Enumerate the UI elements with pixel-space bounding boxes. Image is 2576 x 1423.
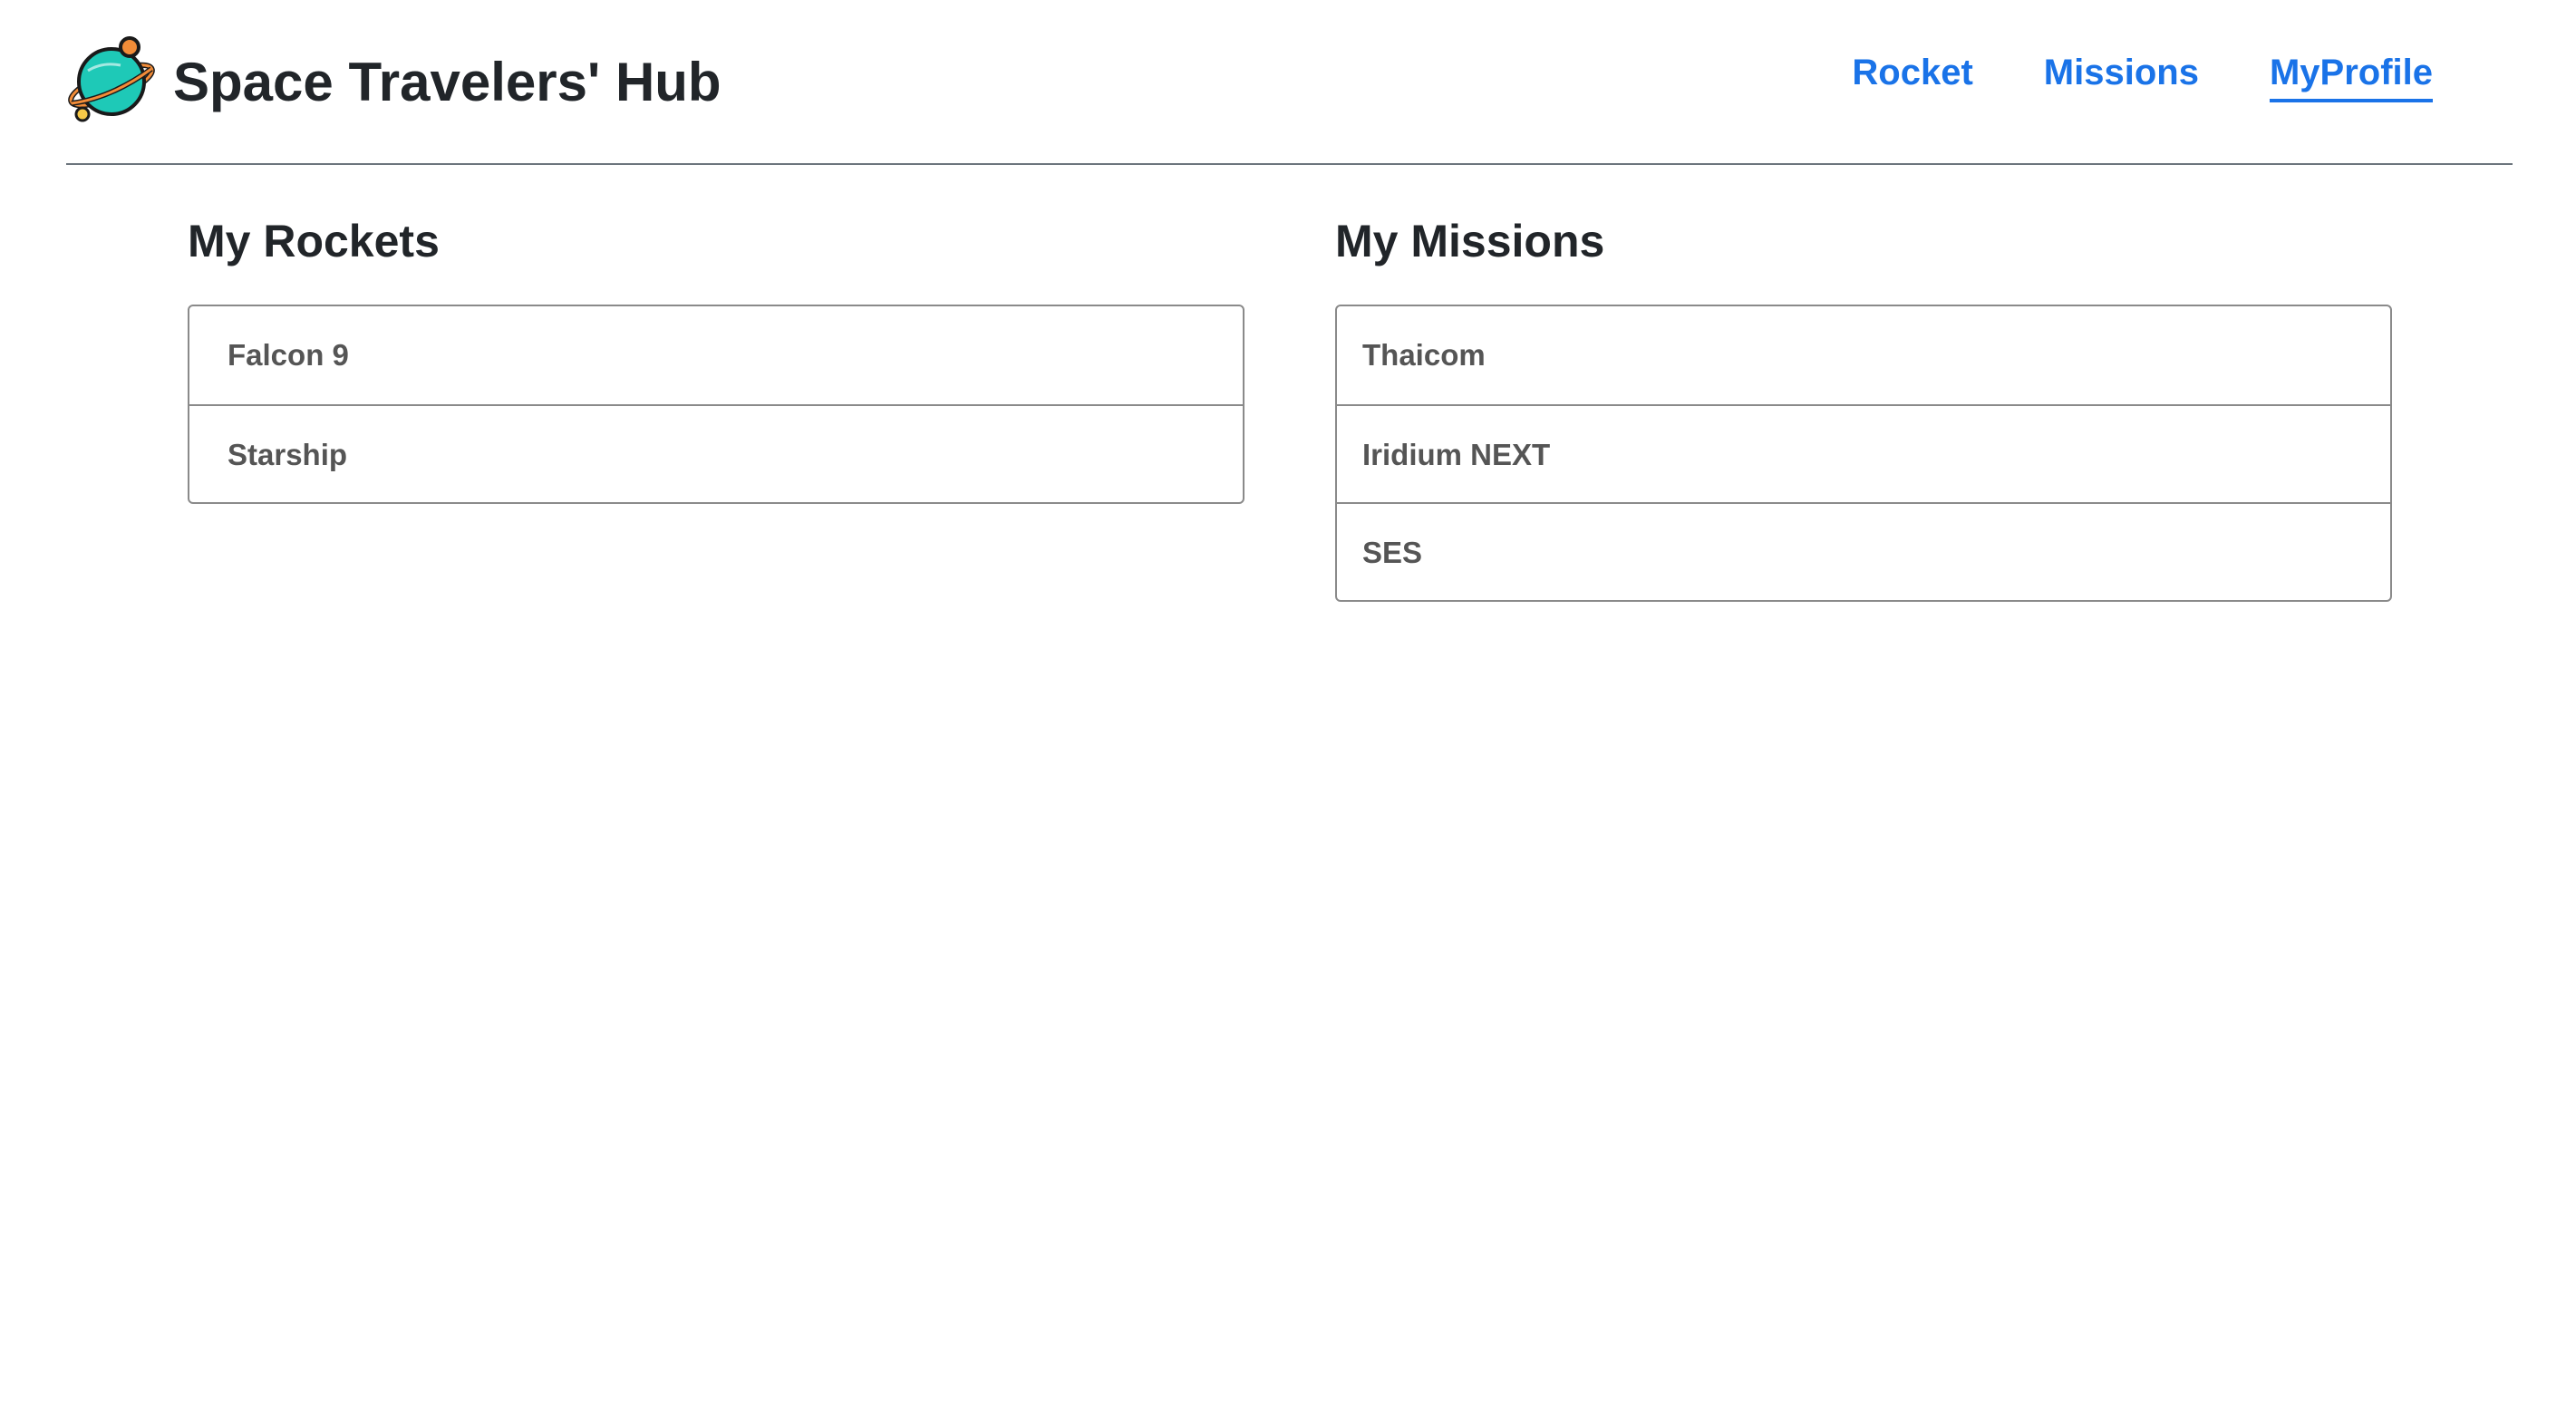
list-item: Iridium NEXT bbox=[1337, 404, 2390, 502]
nav-link-rocket[interactable]: Rocket bbox=[1852, 53, 1972, 102]
section-title-missions: My Missions bbox=[1335, 216, 1605, 266]
main-nav: Rocket Missions MyProfile bbox=[1852, 53, 2433, 102]
missions-list: Thaicom Iridium NEXT SES bbox=[1335, 305, 2392, 602]
nav-link-missions[interactable]: Missions bbox=[2044, 53, 2199, 102]
list-item: Falcon 9 bbox=[228, 338, 349, 372]
my-missions-section: My Missions Thaicom Iridium NEXT SES bbox=[1335, 208, 2392, 602]
list-item: Thaicom bbox=[1362, 338, 1486, 372]
my-rockets-section: My Rockets Falcon 9 Starship bbox=[188, 208, 1244, 504]
brand[interactable]: Space Travelers' Hub bbox=[66, 34, 721, 129]
list-item: SES bbox=[1337, 502, 2390, 600]
app-title: Space Travelers' Hub bbox=[173, 51, 721, 112]
header: Space Travelers' Hub Rocket Missions MyP… bbox=[66, 0, 2513, 165]
list-item: Starship bbox=[189, 404, 1243, 502]
section-title-rockets: My Rockets bbox=[188, 216, 440, 266]
planet-icon bbox=[68, 36, 155, 122]
nav-link-myprofile[interactable]: MyProfile bbox=[2269, 53, 2433, 102]
rockets-list: Falcon 9 Starship bbox=[188, 305, 1244, 504]
